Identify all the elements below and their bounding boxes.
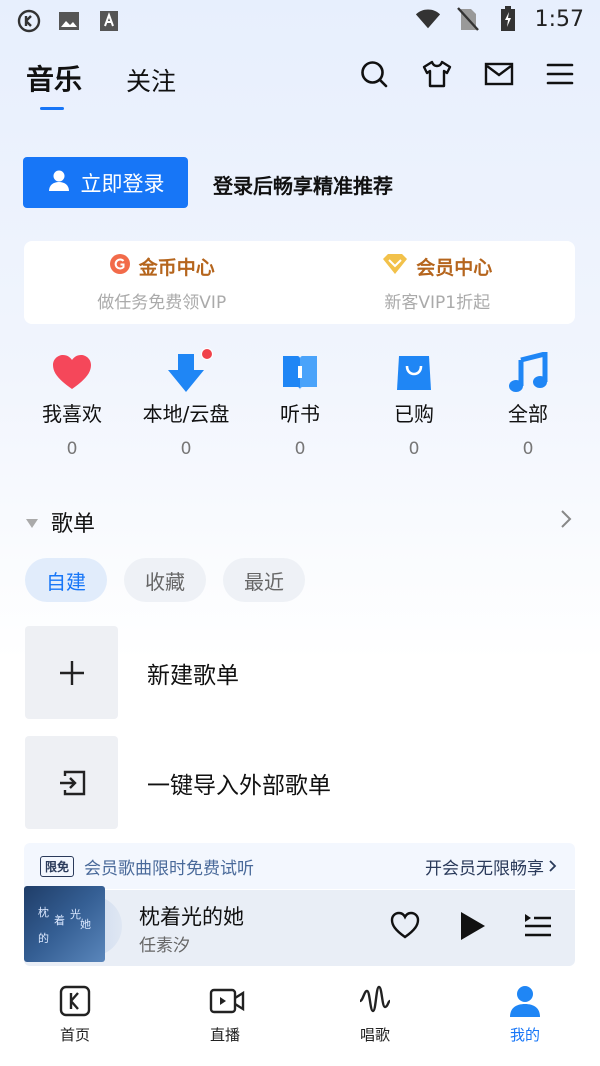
g-coin-icon — [109, 253, 131, 280]
nav-mine[interactable]: 我的 — [450, 976, 600, 1066]
import-icon — [25, 736, 118, 829]
user-icon — [47, 168, 71, 197]
tab-music[interactable]: 音乐 — [26, 58, 82, 110]
music-note-icon — [507, 350, 549, 394]
import-playlist-row[interactable]: 一键导入外部歌单 — [25, 736, 585, 829]
coin-center-sub: 做任务免费领VIP — [97, 292, 227, 313]
sing-wave-icon — [358, 984, 392, 1018]
text-a-icon — [96, 8, 122, 34]
entry-local-cloud[interactable]: 本地/云盘 0 — [129, 348, 243, 459]
nav-home[interactable]: 首页 — [0, 976, 150, 1066]
menu-icon[interactable] — [546, 60, 574, 88]
mail-icon[interactable] — [484, 60, 514, 88]
plus-icon — [25, 626, 118, 719]
chip-self-created[interactable]: 自建 — [25, 558, 107, 602]
vip-open-link[interactable]: 开会员无限畅享 — [425, 854, 557, 879]
entry-all[interactable]: 全部 0 — [471, 350, 585, 459]
bottom-nav: 首页 直播 唱歌 我的 — [0, 976, 600, 1066]
header-actions — [360, 60, 574, 88]
play-icon[interactable] — [456, 910, 488, 942]
wifi-icon — [415, 6, 441, 32]
quick-entries: 我喜欢 0 本地/云盘 0 听书 0 已购 0 全部 0 — [15, 348, 585, 459]
playlist-title: 歌单 — [51, 512, 96, 537]
playlist-queue-icon[interactable] — [522, 910, 554, 942]
chip-collected[interactable]: 收藏 — [124, 558, 206, 602]
vip-trial-text: 会员歌曲限时免费试听 — [84, 858, 255, 879]
diamond-icon — [382, 253, 408, 280]
coin-center[interactable]: 金币中心 做任务免费领VIP — [24, 241, 300, 324]
vip-center[interactable]: 会员中心 新客VIP1折起 — [300, 241, 576, 324]
book-icon — [279, 352, 321, 394]
song-title: 枕着光的她 — [139, 905, 244, 929]
heart-icon — [51, 352, 93, 394]
new-playlist-row[interactable]: 新建歌单 — [25, 626, 585, 719]
new-badge-dot — [201, 348, 213, 360]
vip-center-title: 会员中心 — [416, 256, 493, 279]
status-bar: 1:57 — [0, 0, 600, 40]
heart-outline-icon[interactable] — [389, 910, 421, 942]
vip-trial-strip[interactable]: 限免 会员歌曲限时免费试听 开会员无限畅享 — [24, 843, 575, 889]
bag-icon — [393, 352, 435, 394]
k-home-icon — [58, 984, 92, 1018]
login-button-label: 立即登录 — [80, 171, 165, 196]
k-app-icon — [16, 8, 42, 34]
battery-charging-icon — [495, 6, 521, 32]
vip-center-sub: 新客VIP1折起 — [384, 292, 491, 313]
sim-off-icon — [455, 6, 481, 32]
album-cover[interactable]: 枕 着 光 的 她 — [24, 886, 105, 962]
entry-audiobooks[interactable]: 听书 0 — [243, 352, 357, 459]
header-tabs: 音乐 关注 — [26, 58, 176, 110]
playlist-chips: 自建 收藏 最近 — [25, 558, 305, 602]
playlist-header[interactable]: 歌单 — [25, 506, 95, 538]
coin-vip-card: 金币中心 做任务免费领VIP 会员中心 新客VIP1折起 — [24, 241, 575, 324]
tshirt-icon[interactable] — [422, 60, 452, 88]
import-playlist-label: 一键导入外部歌单 — [147, 772, 331, 799]
live-video-icon — [208, 984, 245, 1018]
user-profile-icon — [508, 984, 542, 1018]
login-button[interactable]: 立即登录 — [23, 157, 188, 208]
caret-down-icon — [25, 510, 39, 535]
free-badge: 限免 — [40, 855, 75, 877]
image-icon — [56, 8, 82, 34]
status-time: 1:57 — [534, 6, 584, 32]
new-playlist-label: 新建歌单 — [147, 662, 239, 689]
search-icon[interactable] — [360, 60, 388, 88]
download-icon — [165, 348, 213, 394]
chip-recent[interactable]: 最近 — [223, 558, 305, 602]
nav-sing[interactable]: 唱歌 — [300, 976, 450, 1066]
tab-follow[interactable]: 关注 — [126, 62, 176, 98]
coin-center-title: 金币中心 — [138, 256, 215, 279]
nav-live[interactable]: 直播 — [150, 976, 300, 1066]
entry-favorites[interactable]: 我喜欢 0 — [15, 352, 129, 459]
artist-name: 任素汐 — [139, 936, 190, 956]
chevron-right-icon[interactable] — [560, 508, 572, 534]
chevron-right-icon — [549, 860, 557, 872]
entry-purchased[interactable]: 已购 0 — [357, 352, 471, 459]
login-hint: 登录后畅享精准推荐 — [213, 174, 393, 198]
